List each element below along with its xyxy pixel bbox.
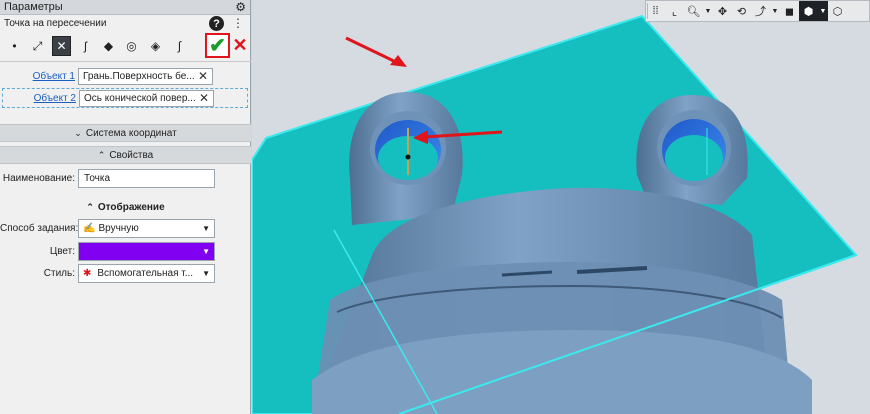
scene [252, 14, 858, 414]
gear-icon[interactable]: ⚙ [235, 0, 246, 14]
object1-field[interactable]: Грань.Поверхность бе... ✕ [78, 67, 213, 85]
object1-row: Объект 1 Грань.Поверхность бе... ✕ [2, 66, 248, 86]
confirm-button[interactable]: ✔ [205, 33, 230, 58]
chevron-up-icon: ⌃ [97, 149, 106, 160]
name-input[interactable]: Точка [78, 168, 215, 188]
point-on-curve-icon[interactable]: ⤢ [28, 36, 47, 56]
name-label: Наименование: [2, 172, 75, 184]
command-title: Точка на пересечении [4, 17, 107, 29]
divider [0, 61, 251, 62]
point-icon[interactable]: • [5, 36, 24, 56]
section-coordinate-system[interactable]: ⌄ Система координат [0, 124, 251, 142]
cube-icon[interactable]: ◼ [780, 1, 799, 21]
object2-row: Объект 2 Ось конической повер... ✕ [2, 88, 248, 108]
center-point-icon[interactable]: ◎ [122, 36, 141, 56]
chevron-up-icon: ⌃ [86, 201, 94, 212]
offset-point-icon[interactable]: ∫ [170, 36, 189, 56]
style-label: Стиль: [43, 267, 75, 279]
style-select[interactable]: ✱ Вспомогательная т... ▼ [78, 263, 215, 283]
intersection-point-icon[interactable]: ✕ [52, 36, 71, 56]
clear-icon[interactable]: ✕ [198, 69, 208, 83]
fit-view-icon[interactable]: ⌞ [665, 1, 684, 21]
method-label: Способ задания: [0, 222, 79, 234]
clear-icon[interactable]: ✕ [199, 91, 209, 105]
chevron-down-icon[interactable]: ▼ [703, 1, 713, 21]
surface-point-icon[interactable]: ◆ [99, 36, 118, 56]
shaded-icon[interactable]: ⬢ [799, 1, 818, 21]
command-title-row: Точка на пересечении ? ⋮ [0, 15, 250, 31]
object1-link[interactable]: Объект 1 [2, 71, 78, 82]
method-row: Способ задания: ✍ Вручную ▼ [0, 218, 251, 238]
chevron-down-icon: ⌄ [74, 127, 82, 138]
color-row: Цвет: ▼ [0, 241, 251, 261]
divider [647, 3, 648, 19]
name-value: Точка [84, 172, 111, 184]
curve-point-icon[interactable]: ʃ [76, 36, 95, 56]
display-heading[interactable]: ⌃ Отображение [0, 199, 251, 215]
view-toolbar: ⁞⁞ ⌞ 🔍︎ ▼ ✥ ⟲ ⤴ ▼ ◼ ⬢ ▼ ⬡ [645, 0, 870, 22]
section-properties-label: Свойства [109, 149, 154, 161]
style-row: Стиль: ✱ Вспомогательная т... ▼ [0, 263, 251, 283]
asterisk-icon: ✱ [83, 267, 92, 279]
manual-icon: ✍ [83, 222, 96, 234]
panel-title: Параметры [4, 1, 63, 13]
object2-value: Ось конической повер... [84, 92, 196, 104]
help-icon[interactable]: ? [209, 16, 224, 31]
chevron-down-icon: ▼ [202, 246, 210, 256]
projection-point-icon[interactable]: ◈ [146, 36, 165, 56]
intersection-point[interactable] [405, 154, 411, 160]
object2-link[interactable]: Объект 2 [3, 93, 79, 104]
orientation-icon[interactable]: ⤴ [751, 1, 770, 21]
chevron-down-icon: ▼ [202, 223, 210, 233]
chevron-down-icon[interactable]: ▼ [818, 1, 828, 21]
hex-icon[interactable]: ⬡ [828, 1, 847, 21]
method-select[interactable]: ✍ Вручную ▼ [78, 218, 215, 238]
section-properties[interactable]: ⌃ Свойства [0, 146, 251, 164]
arrow-annotation [345, 36, 407, 67]
panel-titlebar: Параметры ⚙ [0, 0, 250, 15]
grip-icon: ⁞⁞ [652, 5, 659, 17]
name-row: Наименование: Точка [0, 168, 251, 188]
cancel-button[interactable]: ✕ [232, 35, 248, 55]
chevron-down-icon[interactable]: ▼ [770, 1, 780, 21]
tree-icon[interactable]: ⋮ [232, 16, 244, 30]
object2-field[interactable]: Ось конической повер... ✕ [79, 89, 214, 107]
3d-viewport[interactable] [252, 0, 870, 414]
section-coordinate-system-label: Система координат [85, 127, 177, 139]
object1-value: Грань.Поверхность бе... [83, 70, 195, 82]
parameters-panel: Параметры ⚙ Точка на пересечении ? ⋮ • ⤢… [0, 0, 251, 414]
rotate-icon[interactable]: ⟲ [732, 1, 751, 21]
color-select[interactable]: ▼ [78, 241, 215, 261]
chevron-down-icon: ▼ [202, 268, 210, 278]
color-label: Цвет: [49, 245, 75, 257]
pan-icon[interactable]: ✥ [713, 1, 732, 21]
method-value: Вручную [98, 222, 139, 234]
display-heading-label: Отображение [97, 201, 165, 213]
style-value: Вспомогательная т... [97, 267, 194, 279]
zoom-icon[interactable]: 🔍︎ [684, 1, 703, 21]
